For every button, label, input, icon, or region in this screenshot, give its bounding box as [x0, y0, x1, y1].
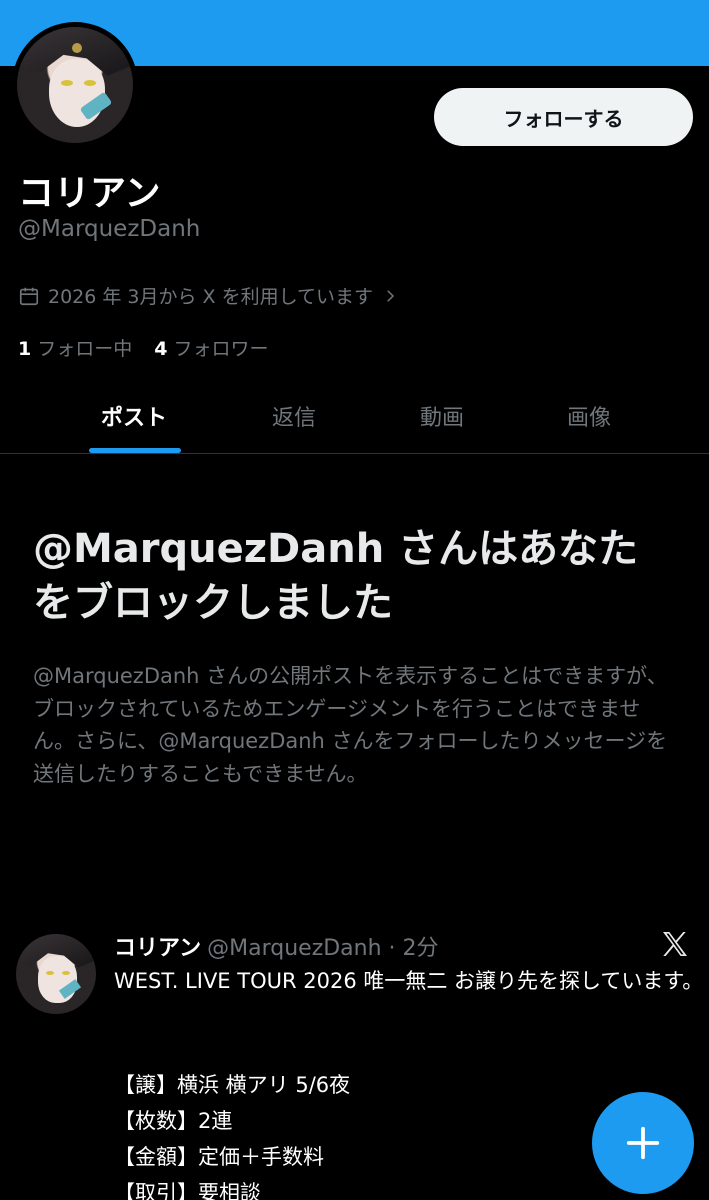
profile-avatar[interactable]	[12, 22, 138, 148]
profile-tabs: ポスト 返信 動画 画像	[0, 378, 709, 454]
post-text: WEST. LIVE TOUR 2026 唯一無二 お譲り先を探しています。	[114, 969, 704, 993]
plus-icon	[626, 1126, 660, 1160]
chevron-right-icon	[387, 289, 395, 302]
post-detail-line: 【取引】要相談	[114, 1181, 261, 1200]
tab-images[interactable]: 画像	[514, 378, 664, 454]
display-name: コリアン	[18, 173, 161, 214]
follow-button[interactable]: フォローする	[434, 88, 693, 146]
followers-link[interactable]: 4 フォロワー	[154, 334, 268, 361]
joined-date[interactable]: 2026 年 3月から X を利用しています	[18, 282, 399, 309]
tab-videos[interactable]: 動画	[367, 378, 517, 454]
x-logo-icon	[663, 932, 687, 956]
post-detail-line: 【譲】横浜 横アリ 5/6夜	[114, 1073, 351, 1097]
post-author-avatar[interactable]	[16, 934, 96, 1014]
profile-handle: @MarquezDanh	[18, 216, 201, 242]
calendar-icon	[19, 287, 39, 305]
post-detail-line: 【枚数】2連	[114, 1109, 233, 1133]
joined-text: 2026 年 3月から X を利用しています	[48, 286, 374, 308]
post-author-name[interactable]: コリアン	[114, 936, 201, 961]
tab-replies[interactable]: 返信	[219, 378, 369, 454]
tab-posts[interactable]: ポスト	[59, 378, 209, 454]
post-detail-line: 【金額】定価＋手数料	[114, 1145, 324, 1169]
block-notice-title: @MarquezDanh さんはあなたをブロックしました	[33, 526, 639, 626]
follow-stats: 1 フォロー中 4 フォロワー	[18, 334, 269, 361]
compose-post-button[interactable]	[592, 1092, 694, 1194]
block-notice-body: @MarquezDanh さんの公開ポストを表示することはできますが、ブロックさ…	[33, 664, 668, 786]
post-author-meta: @MarquezDanh · 2分	[207, 936, 439, 961]
following-link[interactable]: 1 フォロー中	[18, 334, 132, 361]
active-tab-indicator	[89, 448, 181, 453]
post-header: コリアン @MarquezDanh · 2分	[114, 930, 439, 962]
post-details: 【譲】横浜 横アリ 5/6夜 【枚数】2連 【金額】定価＋手数料 【取引】要相談	[114, 1070, 594, 1200]
